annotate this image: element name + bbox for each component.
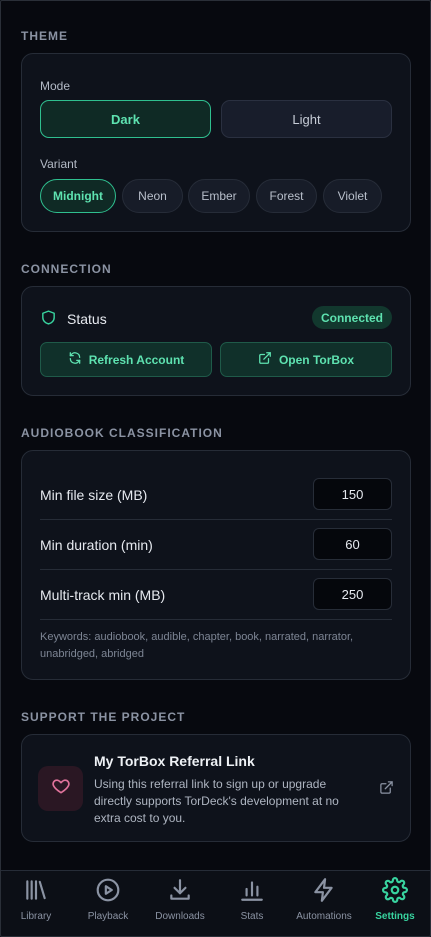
divider bbox=[40, 569, 392, 570]
status-label: Status bbox=[67, 311, 107, 327]
min-duration-input[interactable] bbox=[313, 528, 392, 560]
divider bbox=[40, 619, 392, 620]
tab-label: Playback bbox=[87, 911, 129, 922]
refresh-account-label: Refresh Account bbox=[88, 352, 185, 367]
tab-label: Settings bbox=[375, 911, 415, 922]
lightning-icon bbox=[311, 877, 337, 906]
divider bbox=[40, 519, 392, 520]
tab-library[interactable]: Library bbox=[0, 877, 72, 931]
library-icon bbox=[23, 877, 49, 906]
tab-playback[interactable]: Playback bbox=[72, 877, 144, 931]
multi-track-min-label: Multi-track min (MB) bbox=[40, 587, 166, 603]
mode-label: Mode bbox=[40, 79, 71, 93]
tab-stats[interactable]: Stats bbox=[216, 877, 288, 931]
variant-neon-button[interactable]: Neon bbox=[122, 179, 183, 213]
variant-midnight-button[interactable]: Midnight bbox=[40, 179, 116, 213]
audiobook-section-title: AUDIOBOOK CLASSIFICATION bbox=[21, 426, 223, 440]
tab-downloads[interactable]: Downloads bbox=[144, 877, 216, 931]
tab-settings[interactable]: Settings bbox=[359, 877, 431, 931]
external-link-icon[interactable] bbox=[379, 780, 394, 800]
heart-icon bbox=[51, 776, 71, 801]
min-duration-label: Min duration (min) bbox=[40, 537, 153, 553]
min-file-size-input[interactable] bbox=[313, 478, 392, 510]
tab-automations[interactable]: Automations bbox=[288, 877, 360, 931]
mode-light-button[interactable]: Light bbox=[221, 100, 392, 138]
gear-icon bbox=[382, 877, 408, 906]
download-icon bbox=[167, 877, 193, 906]
variant-forest-button[interactable]: Forest bbox=[256, 179, 317, 213]
tab-label: Downloads bbox=[155, 911, 205, 922]
tab-label: Library bbox=[20, 911, 52, 922]
multi-track-min-input[interactable] bbox=[313, 578, 392, 610]
variant-ember-button[interactable]: Ember bbox=[188, 179, 250, 213]
theme-section-title: THEME bbox=[21, 29, 68, 43]
bottom-tab-bar: Library Playback Downloads Stats Automat… bbox=[0, 870, 431, 937]
open-torbox-label: Open TorBox bbox=[278, 352, 355, 367]
keywords-text: Keywords: audiobook, audible, chapter, b… bbox=[40, 631, 354, 660]
audiobook-card: Min file size (MB) Min duration (min) Mu… bbox=[21, 450, 411, 680]
status-row: Status bbox=[40, 309, 107, 329]
connection-card: Status Connected Refresh Account Open To… bbox=[21, 286, 411, 396]
refresh-icon bbox=[68, 351, 82, 368]
min-file-size-label: Min file size (MB) bbox=[40, 487, 148, 503]
referral-description: Using this referral link to sign up or u… bbox=[94, 777, 339, 825]
referral-title: My TorBox Referral Link bbox=[94, 753, 255, 769]
mode-dark-button[interactable]: Dark bbox=[40, 100, 211, 138]
support-section-title: SUPPORT THE PROJECT bbox=[21, 710, 186, 724]
heart-icon-box bbox=[38, 766, 83, 811]
tab-label: Stats bbox=[240, 911, 264, 922]
external-link-icon bbox=[258, 351, 272, 368]
variant-violet-button[interactable]: Violet bbox=[323, 179, 382, 213]
referral-card[interactable]: My TorBox Referral Link Using this refer… bbox=[21, 734, 411, 842]
status-badge: Connected bbox=[311, 306, 392, 329]
connection-section-title: CONNECTION bbox=[21, 262, 112, 276]
play-icon bbox=[95, 877, 121, 906]
theme-card: Mode Dark Light Variant Midnight Neon Em… bbox=[21, 53, 411, 232]
stats-icon bbox=[239, 877, 265, 906]
tab-label: Automations bbox=[296, 911, 352, 922]
shield-icon bbox=[40, 309, 57, 329]
variant-label: Variant bbox=[40, 157, 78, 171]
open-torbox-button[interactable]: Open TorBox bbox=[220, 342, 392, 377]
refresh-account-button[interactable]: Refresh Account bbox=[40, 342, 212, 377]
